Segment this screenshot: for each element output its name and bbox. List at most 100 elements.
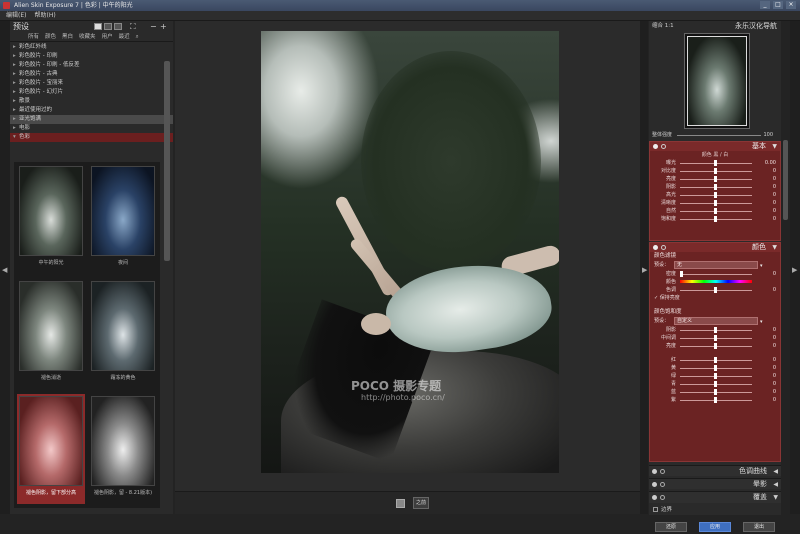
slider-row[interactable]: 绿0 bbox=[650, 372, 780, 380]
tone-curve-section[interactable]: 色调曲线 ◀ bbox=[649, 465, 781, 476]
slider-row[interactable]: 自然 0 bbox=[650, 207, 780, 215]
tab-all[interactable]: 所有 bbox=[28, 33, 39, 41]
hue-spectrum[interactable] bbox=[680, 280, 752, 283]
tree-item[interactable]: ▸ 彩色胶片 - 幻灯片 bbox=[10, 88, 173, 97]
reset-icon[interactable] bbox=[660, 469, 665, 474]
slider-row[interactable]: 中间调 0 bbox=[650, 334, 780, 342]
far-right-strip[interactable]: ▶ bbox=[790, 21, 800, 514]
saturation-preset-select[interactable]: 自定义 bbox=[674, 317, 758, 325]
left-collapse-strip[interactable]: ◀ bbox=[0, 21, 10, 514]
chevron-left-icon[interactable]: ◀ bbox=[773, 466, 778, 477]
tree-item[interactable]: ▸ 电影 bbox=[10, 124, 173, 133]
tab-color[interactable]: 颜色 bbox=[45, 33, 56, 41]
tree-item[interactable]: ▸ 彩色胶片 - 印刷 bbox=[10, 52, 173, 61]
filter-preset-select[interactable]: 无 bbox=[674, 261, 758, 269]
enable-toggle-icon[interactable] bbox=[652, 495, 657, 500]
slider-row[interactable]: 青0 bbox=[650, 380, 780, 388]
enable-toggle-icon[interactable] bbox=[652, 469, 657, 474]
preset-thumb[interactable]: 中午的阳光 bbox=[17, 164, 85, 274]
slider-row[interactable]: 清晰度 0 bbox=[650, 199, 780, 207]
plus-icon[interactable]: + bbox=[160, 21, 167, 33]
preset-thumb[interactable]: 夜间 bbox=[89, 164, 157, 274]
reset-icon[interactable] bbox=[660, 482, 665, 487]
grid-view-icon[interactable] bbox=[94, 23, 102, 30]
hue-slider[interactable]: 颜色 bbox=[650, 278, 780, 286]
reset-button[interactable]: 还原 bbox=[655, 522, 687, 532]
tree-item[interactable]: ▸ 散景 bbox=[10, 97, 173, 106]
presets-scrollbar[interactable] bbox=[164, 61, 170, 261]
chevron-down-icon[interactable]: ▼ bbox=[772, 142, 777, 151]
tone-slider[interactable]: 色调 0 bbox=[650, 286, 780, 294]
color-title[interactable]: 颜色 bbox=[752, 243, 766, 252]
filter-preset[interactable]: 预设： 无 ▾ bbox=[650, 260, 780, 270]
overall-strength[interactable]: 整体强度 100 bbox=[649, 131, 781, 139]
slider-row[interactable]: 饱和度 0 bbox=[650, 215, 780, 223]
arrow-left-icon[interactable]: ◀ bbox=[2, 266, 7, 274]
density-slider[interactable]: 密度 0 bbox=[650, 270, 780, 278]
minus-icon[interactable]: − bbox=[150, 21, 157, 33]
preset-thumb[interactable]: 褪色消逝 bbox=[17, 279, 85, 389]
preset-thumb[interactable]: 褪色阴影，留 - 8.21版本) bbox=[89, 394, 157, 504]
tab-bw[interactable]: 黑白 bbox=[62, 33, 73, 41]
keep-brightness-row[interactable]: ✓ 保持亮度 bbox=[650, 294, 780, 302]
close-button[interactable]: × bbox=[786, 1, 796, 9]
slider-row[interactable]: 对比度 0 bbox=[650, 167, 780, 175]
bounds-checkbox[interactable] bbox=[653, 507, 658, 512]
slider-row[interactable]: 曝光 0.00 bbox=[650, 159, 780, 167]
enable-toggle-icon[interactable] bbox=[652, 482, 657, 487]
slider-row[interactable]: 红0 bbox=[650, 356, 780, 364]
tree-item[interactable]: ▸ 彩色红外线 bbox=[10, 43, 173, 52]
arrow-right-icon[interactable]: ▶ bbox=[792, 266, 797, 274]
tree-item[interactable]: ▸ 彩色胶片 - 宝丽来 bbox=[10, 79, 173, 88]
before-button[interactable]: 之前 bbox=[413, 497, 429, 509]
saturation-preset[interactable]: 预设： 自定义 ▾ bbox=[650, 316, 780, 326]
adjustments-scrollbar[interactable] bbox=[783, 140, 788, 220]
tree-item[interactable]: ▸ 彩色胶片 - 古典 bbox=[10, 70, 173, 79]
navigator-thumbnail[interactable] bbox=[687, 36, 747, 126]
vignette-section[interactable]: 晕影 ◀ bbox=[649, 478, 781, 489]
slider-row[interactable]: 亮度 0 bbox=[650, 342, 780, 350]
chevron-down-icon[interactable]: ▼ bbox=[772, 243, 777, 252]
slider-row[interactable]: 紫0 bbox=[650, 396, 780, 404]
chevron-down-icon[interactable]: ▼ bbox=[773, 492, 778, 503]
menu-edit[interactable]: 编辑(E) bbox=[6, 11, 26, 20]
basic-title[interactable]: 基本 bbox=[752, 142, 766, 151]
navigator[interactable] bbox=[684, 33, 750, 129]
reset-icon[interactable] bbox=[661, 245, 666, 250]
slider-row[interactable]: 黄0 bbox=[650, 364, 780, 372]
tab-user[interactable]: 用户 bbox=[102, 33, 113, 41]
minimize-button[interactable]: _ bbox=[760, 1, 770, 9]
tree-item-open[interactable]: ▾ 色彩 bbox=[10, 133, 173, 142]
strength-slider[interactable] bbox=[677, 135, 761, 136]
enable-toggle-icon[interactable] bbox=[653, 245, 658, 250]
reset-icon[interactable] bbox=[660, 495, 665, 500]
detail-view-icon[interactable] bbox=[114, 23, 122, 30]
main-photo[interactable]: POCO 摄影专题 http://photo.poco.cn/ bbox=[261, 31, 559, 473]
right-collapse-strip[interactable]: ▶ bbox=[640, 21, 648, 514]
slider-row[interactable]: 高光 0 bbox=[650, 191, 780, 199]
compare-toggle-icon[interactable] bbox=[396, 499, 405, 508]
color-bw-tabs[interactable]: 颜色 黑 / 白 bbox=[650, 151, 780, 159]
preset-thumb[interactable]: 霜冻的黄色 bbox=[89, 279, 157, 389]
tree-item[interactable]: ▸ 最近使用过的 bbox=[10, 106, 173, 115]
slider-row[interactable]: 阴影 0 bbox=[650, 183, 780, 191]
arrow-right-icon[interactable]: ▶ bbox=[642, 266, 647, 274]
exit-button[interactable]: 退出 bbox=[743, 522, 775, 532]
maximize-button[interactable]: □ bbox=[773, 1, 783, 9]
reset-icon[interactable] bbox=[661, 144, 666, 149]
chevron-left-icon[interactable]: ◀ bbox=[773, 479, 778, 490]
enable-toggle-icon[interactable] bbox=[653, 144, 658, 149]
tab-favorites[interactable]: 收藏夹 bbox=[79, 33, 96, 41]
tree-item-selected[interactable]: ▸ 亚光饱满 bbox=[10, 115, 173, 124]
list-view-icon[interactable] bbox=[104, 23, 112, 30]
collapse-icon[interactable]: ⛶ bbox=[130, 21, 136, 33]
slider-row[interactable]: 阴影 0 bbox=[650, 326, 780, 334]
overlay-section[interactable]: 覆盖 ▼ bbox=[649, 491, 781, 503]
tree-item[interactable]: ▸ 彩色胶片 - 印刷 - 低反差 bbox=[10, 61, 173, 70]
slider-row[interactable]: 蓝0 bbox=[650, 388, 780, 396]
apply-button[interactable]: 应用 bbox=[699, 522, 731, 532]
search-icon[interactable]: ⌕ bbox=[136, 33, 139, 41]
menu-help[interactable]: 帮助(H) bbox=[34, 11, 55, 20]
zoom-label[interactable]: 缩合 1:1 bbox=[652, 23, 674, 29]
tab-recent[interactable]: 最近 bbox=[119, 33, 130, 41]
